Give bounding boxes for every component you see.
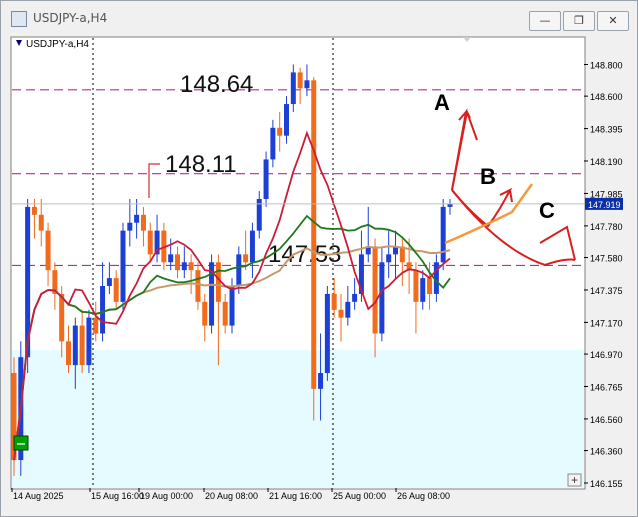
- candle-body: [140, 214, 146, 231]
- y-tick-label: 146.765: [590, 382, 623, 392]
- candle-body: [284, 104, 289, 136]
- candle-body: [147, 230, 153, 255]
- candle-body: [304, 80, 310, 89]
- highlight-zone: [12, 350, 584, 488]
- candle-body: [175, 254, 180, 271]
- price-level-label: 148.64: [180, 71, 253, 98]
- candle-body: [236, 254, 242, 287]
- candle-body: [352, 293, 358, 302]
- candle-body: [297, 72, 303, 89]
- y-tick-label: 148.800: [590, 60, 623, 70]
- x-tick-label: 20 Aug 08:00: [205, 491, 258, 501]
- candle-body: [311, 80, 317, 389]
- candle-body: [66, 341, 71, 366]
- candle-body: [59, 293, 65, 342]
- plus-icon: +: [571, 473, 578, 487]
- x-tick-label: 26 Aug 08:00: [397, 491, 450, 501]
- candle-body: [338, 309, 344, 318]
- candle-body: [413, 270, 419, 302]
- y-tick-label: 146.970: [590, 350, 623, 360]
- candle-body: [188, 262, 194, 271]
- candle-body: [229, 286, 235, 326]
- y-tick-label: 148.190: [590, 157, 623, 167]
- candle-body: [263, 159, 269, 199]
- candle-body: [168, 254, 174, 263]
- candle-body: [181, 262, 187, 271]
- candle-body: [277, 127, 283, 136]
- candle-body: [331, 293, 337, 310]
- y-tick-label: 148.600: [590, 92, 623, 102]
- y-tick-label: 147.170: [590, 318, 623, 328]
- y-tick-label: 146.155: [590, 479, 623, 489]
- x-tick-label: 15 Aug 16:00: [91, 491, 144, 501]
- candle-body: [38, 214, 44, 231]
- scenario-label: B: [480, 164, 496, 189]
- candle-body: [222, 301, 228, 326]
- candle-body: [345, 301, 351, 318]
- candle-body: [318, 373, 324, 389]
- candle-body: [270, 127, 276, 160]
- candle-body: [45, 230, 51, 271]
- candle-body: [427, 278, 433, 294]
- candle-body: [420, 278, 426, 302]
- y-tick-label: 146.360: [590, 447, 623, 457]
- candle-body: [134, 214, 140, 223]
- candle-body: [100, 286, 106, 334]
- candle-body: [120, 230, 126, 302]
- price-chart[interactable]: USDJPY-a,H4 148.64148.11147.53 148.80014…: [0, 0, 638, 517]
- y-tick-label: 147.580: [590, 254, 623, 264]
- candle-body: [127, 222, 133, 231]
- candle-body: [93, 317, 99, 334]
- scenario-label: C: [539, 198, 555, 223]
- candle-body: [440, 206, 446, 263]
- current-price-label: 147.919: [588, 200, 621, 210]
- candle-body: [202, 301, 208, 326]
- candle-body: [86, 317, 92, 366]
- candle-body: [386, 254, 392, 263]
- x-tick-label: 14 Aug 2025: [13, 491, 64, 501]
- trade-level-marker: [13, 435, 29, 451]
- candle-body: [249, 230, 255, 263]
- candle-body: [113, 278, 119, 302]
- y-tick-label: 147.780: [590, 222, 623, 232]
- candle-body: [106, 278, 112, 287]
- candle-body: [72, 325, 78, 366]
- x-tick-label: 19 Aug 00:00: [140, 491, 193, 501]
- candle-body: [290, 72, 296, 105]
- x-tick-label: 21 Aug 16:00: [269, 491, 322, 501]
- candle-body: [195, 270, 201, 302]
- symbol-label: USDJPY-a,H4: [26, 39, 89, 50]
- candle-body: [31, 206, 37, 215]
- candle-body: [324, 293, 330, 374]
- candle-body: [379, 262, 385, 334]
- x-tick-label: 25 Aug 00:00: [333, 491, 386, 501]
- candle-body: [79, 325, 85, 366]
- price-level-label: 148.11: [165, 151, 237, 178]
- y-tick-label: 147.375: [590, 286, 623, 296]
- scenario-label: A: [434, 90, 450, 115]
- y-tick-label: 148.395: [590, 125, 623, 135]
- candle-body: [243, 254, 249, 263]
- candle-body: [372, 246, 378, 334]
- y-tick-label: 146.560: [590, 415, 623, 425]
